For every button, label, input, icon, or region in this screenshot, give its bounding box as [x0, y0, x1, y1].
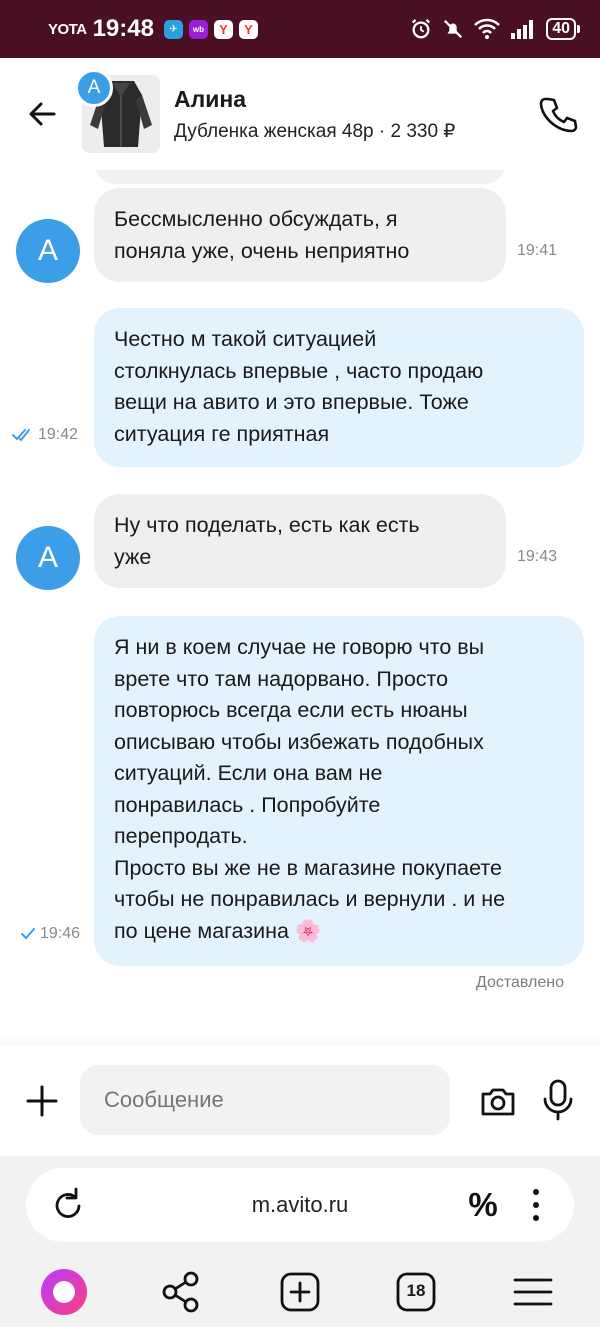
wildberries-icon: wb: [188, 19, 208, 39]
signal-icon: [511, 20, 534, 39]
percent-button[interactable]: %: [464, 1186, 502, 1224]
alice-assistant-icon[interactable]: [40, 1268, 88, 1316]
telegram-icon: ✈: [163, 19, 183, 39]
address-bar[interactable]: m.avito.ru %: [26, 1168, 574, 1242]
sender-avatar[interactable]: А: [16, 526, 80, 590]
battery-indicator: 40: [546, 18, 580, 40]
status-bar: YOTA 19:48 ✈ wb Y Y 40: [0, 0, 600, 58]
status-time: 19:48: [92, 15, 154, 42]
microphone-icon[interactable]: [540, 1078, 576, 1122]
wifi-icon: [474, 18, 501, 39]
mute-icon: [444, 19, 463, 39]
message-time-read: 19:42: [12, 426, 78, 444]
back-arrow-icon[interactable]: [24, 96, 60, 132]
attach-plus-icon[interactable]: [22, 1081, 62, 1121]
contact-avatar-badge: А: [75, 69, 113, 107]
share-icon[interactable]: [157, 1268, 205, 1316]
contact-name[interactable]: Алина: [174, 86, 246, 113]
message-bubble-outgoing[interactable]: Честно м такой ситуацией столкнулась впе…: [94, 308, 584, 467]
double-check-icon: [12, 428, 30, 442]
yandex-icon: Y: [213, 19, 233, 39]
browser-nav-bar: 18: [0, 1264, 600, 1327]
listing-title[interactable]: Дубленка женская 48р · 2 330 ₽: [174, 120, 455, 143]
message-bubble-incoming[interactable]: Бессмысленно обсуждать, я поняла уже, оч…: [94, 188, 506, 282]
phone-icon[interactable]: [538, 94, 578, 134]
message-time: 19:43: [517, 548, 558, 565]
more-vertical-icon[interactable]: [524, 1186, 548, 1224]
tabs-count: 18: [406, 1281, 426, 1300]
delivery-status: Доставлено: [475, 974, 564, 991]
new-tab-icon[interactable]: [276, 1268, 324, 1316]
message-bubble-outgoing[interactable]: Я ни в коем случае не говорю что вы врет…: [94, 616, 584, 966]
previous-message-bubble: [94, 170, 506, 184]
browser-toolbar: m.avito.ru % 18: [0, 1156, 600, 1327]
camera-icon[interactable]: [478, 1081, 518, 1121]
alarm-icon: [412, 19, 431, 39]
message-time-text: 19:46: [40, 925, 81, 942]
message-time-text: 19:42: [38, 426, 79, 443]
sender-avatar[interactable]: А: [16, 219, 80, 283]
message-input[interactable]: [80, 1065, 450, 1135]
message-time-sent: 19:46: [20, 925, 80, 943]
carrier-label: YOTA: [48, 20, 87, 38]
tabs-counter-button[interactable]: 18: [392, 1268, 440, 1316]
hamburger-menu-icon[interactable]: [509, 1268, 557, 1316]
message-bubble-incoming[interactable]: Ну что поделать, есть как есть уже: [94, 494, 506, 588]
yandex-browser-icon: Y: [238, 19, 258, 39]
message-time: 19:41: [517, 242, 558, 259]
check-icon: [21, 927, 35, 940]
message-list[interactable]: А Бессмысленно обсуждать, я поняла уже, …: [0, 170, 600, 1046]
chat-header: А Алина Дубленка женская 48р · 2 330 ₽: [0, 58, 600, 170]
message-composer: [0, 1046, 600, 1156]
